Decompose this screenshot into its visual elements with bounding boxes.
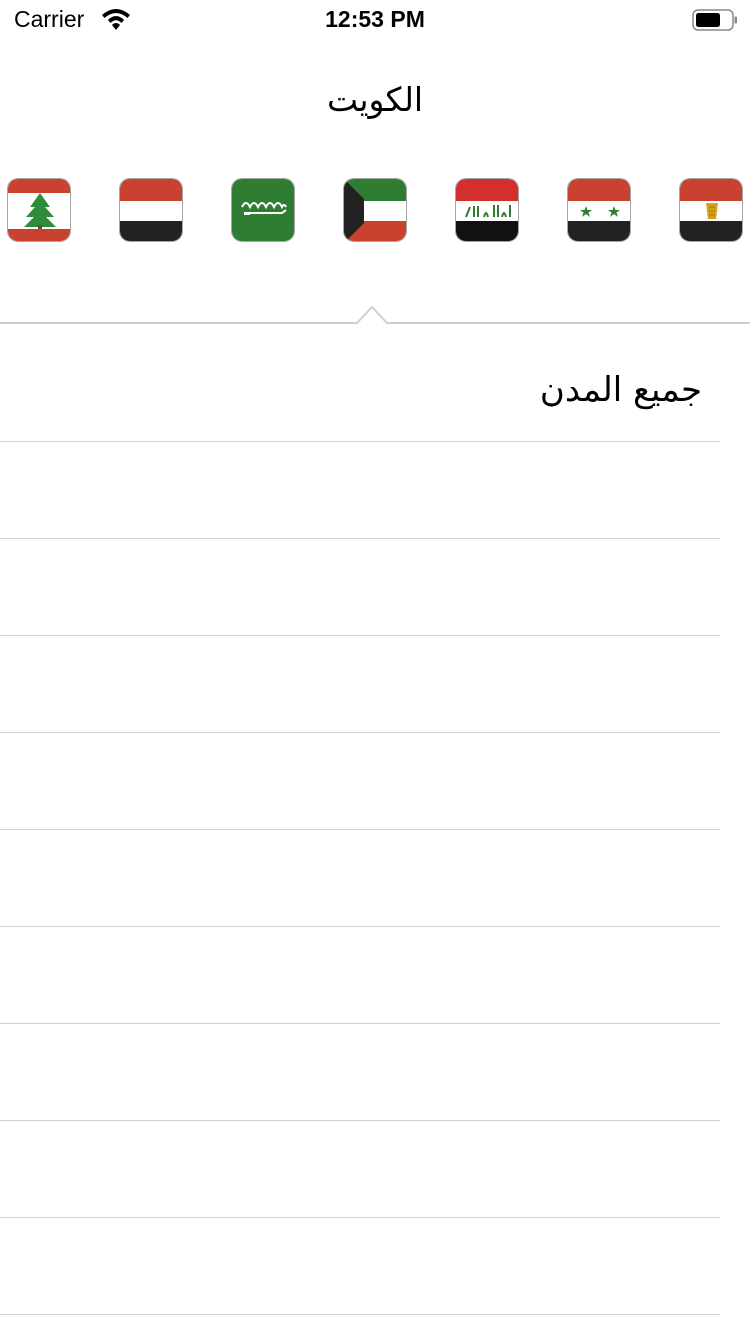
list-item[interactable]: [0, 733, 720, 830]
list-item[interactable]: [0, 1121, 720, 1218]
all-cities-row[interactable]: جميع المدن: [0, 326, 720, 442]
page-title: الكويت: [326, 80, 424, 119]
flag-button-saudi-arabia[interactable]: [231, 178, 295, 242]
flag-button-kuwait[interactable]: [343, 178, 407, 242]
battery-icon: [692, 9, 737, 31]
flag-button-egypt[interactable]: [679, 178, 743, 242]
country-flag-selector: [0, 178, 750, 242]
flag-button-lebanon[interactable]: [7, 178, 71, 242]
list-item[interactable]: [0, 1024, 720, 1121]
status-time: 12:53 PM: [325, 6, 425, 32]
iraq-flag-icon: [456, 179, 518, 241]
lebanon-flag-icon: [8, 179, 70, 241]
cities-list: جميع المدن: [0, 326, 750, 1315]
list-item[interactable]: [0, 442, 720, 539]
all-cities-label: جميع المدن: [539, 370, 702, 410]
flag-button-iraq[interactable]: [455, 178, 519, 242]
list-item[interactable]: [0, 927, 720, 1024]
list-item[interactable]: [0, 1218, 720, 1315]
kuwait-flag-icon: [344, 179, 406, 241]
flag-button-syria[interactable]: [567, 178, 631, 242]
yemen-flag-icon: [120, 179, 182, 241]
list-item[interactable]: [0, 830, 720, 927]
flag-button-yemen[interactable]: [119, 178, 183, 242]
list-item[interactable]: [0, 539, 720, 636]
status-bar: Carrier 12:53 PM: [0, 0, 750, 40]
syria-flag-icon: [568, 179, 630, 241]
list-item[interactable]: [0, 636, 720, 733]
saudi-flag-icon: [232, 179, 294, 241]
egypt-flag-icon: [680, 179, 742, 241]
